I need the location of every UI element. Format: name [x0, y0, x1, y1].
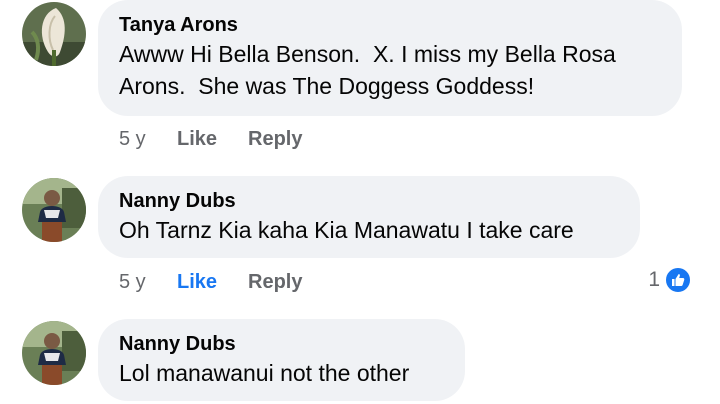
like-button[interactable]: Like	[177, 127, 217, 151]
reaction-count: 1	[648, 268, 660, 291]
comment-author[interactable]: Tanya Arons	[119, 12, 660, 38]
person-avatar-icon	[22, 321, 86, 385]
comment-author[interactable]: Nanny Dubs	[119, 331, 443, 357]
comment-text: Lol manawanui not the other	[119, 360, 410, 386]
reply-button[interactable]: Reply	[248, 270, 302, 294]
calla-lily-avatar-icon	[22, 2, 86, 66]
comment-timestamp[interactable]: 5 y	[119, 127, 146, 151]
comment-author[interactable]: Nanny Dubs	[119, 188, 618, 214]
comment-bubble: Nanny Dubs Lol manawanui not the other	[98, 319, 465, 401]
person-avatar-icon	[22, 178, 86, 242]
comment-bubble: Nanny Dubs Oh Tarnz Kia kaha Kia Manawat…	[98, 176, 640, 258]
like-button[interactable]: Like	[177, 270, 217, 294]
reaction-summary[interactable]: 1	[648, 266, 692, 294]
comment-bubble: Tanya Arons Awww Hi Bella Benson. X. I m…	[98, 0, 682, 116]
comment-text: Oh Tarnz Kia kaha Kia Manawatu I take ca…	[119, 217, 574, 243]
avatar[interactable]	[22, 178, 86, 242]
thumbs-up-icon	[664, 266, 692, 294]
comment-text: Awww Hi Bella Benson. X. I miss my Bella…	[119, 41, 621, 99]
avatar[interactable]	[22, 321, 86, 385]
avatar[interactable]	[22, 2, 86, 66]
comment-timestamp[interactable]: 5 y	[119, 270, 146, 294]
reply-button[interactable]: Reply	[248, 127, 302, 151]
